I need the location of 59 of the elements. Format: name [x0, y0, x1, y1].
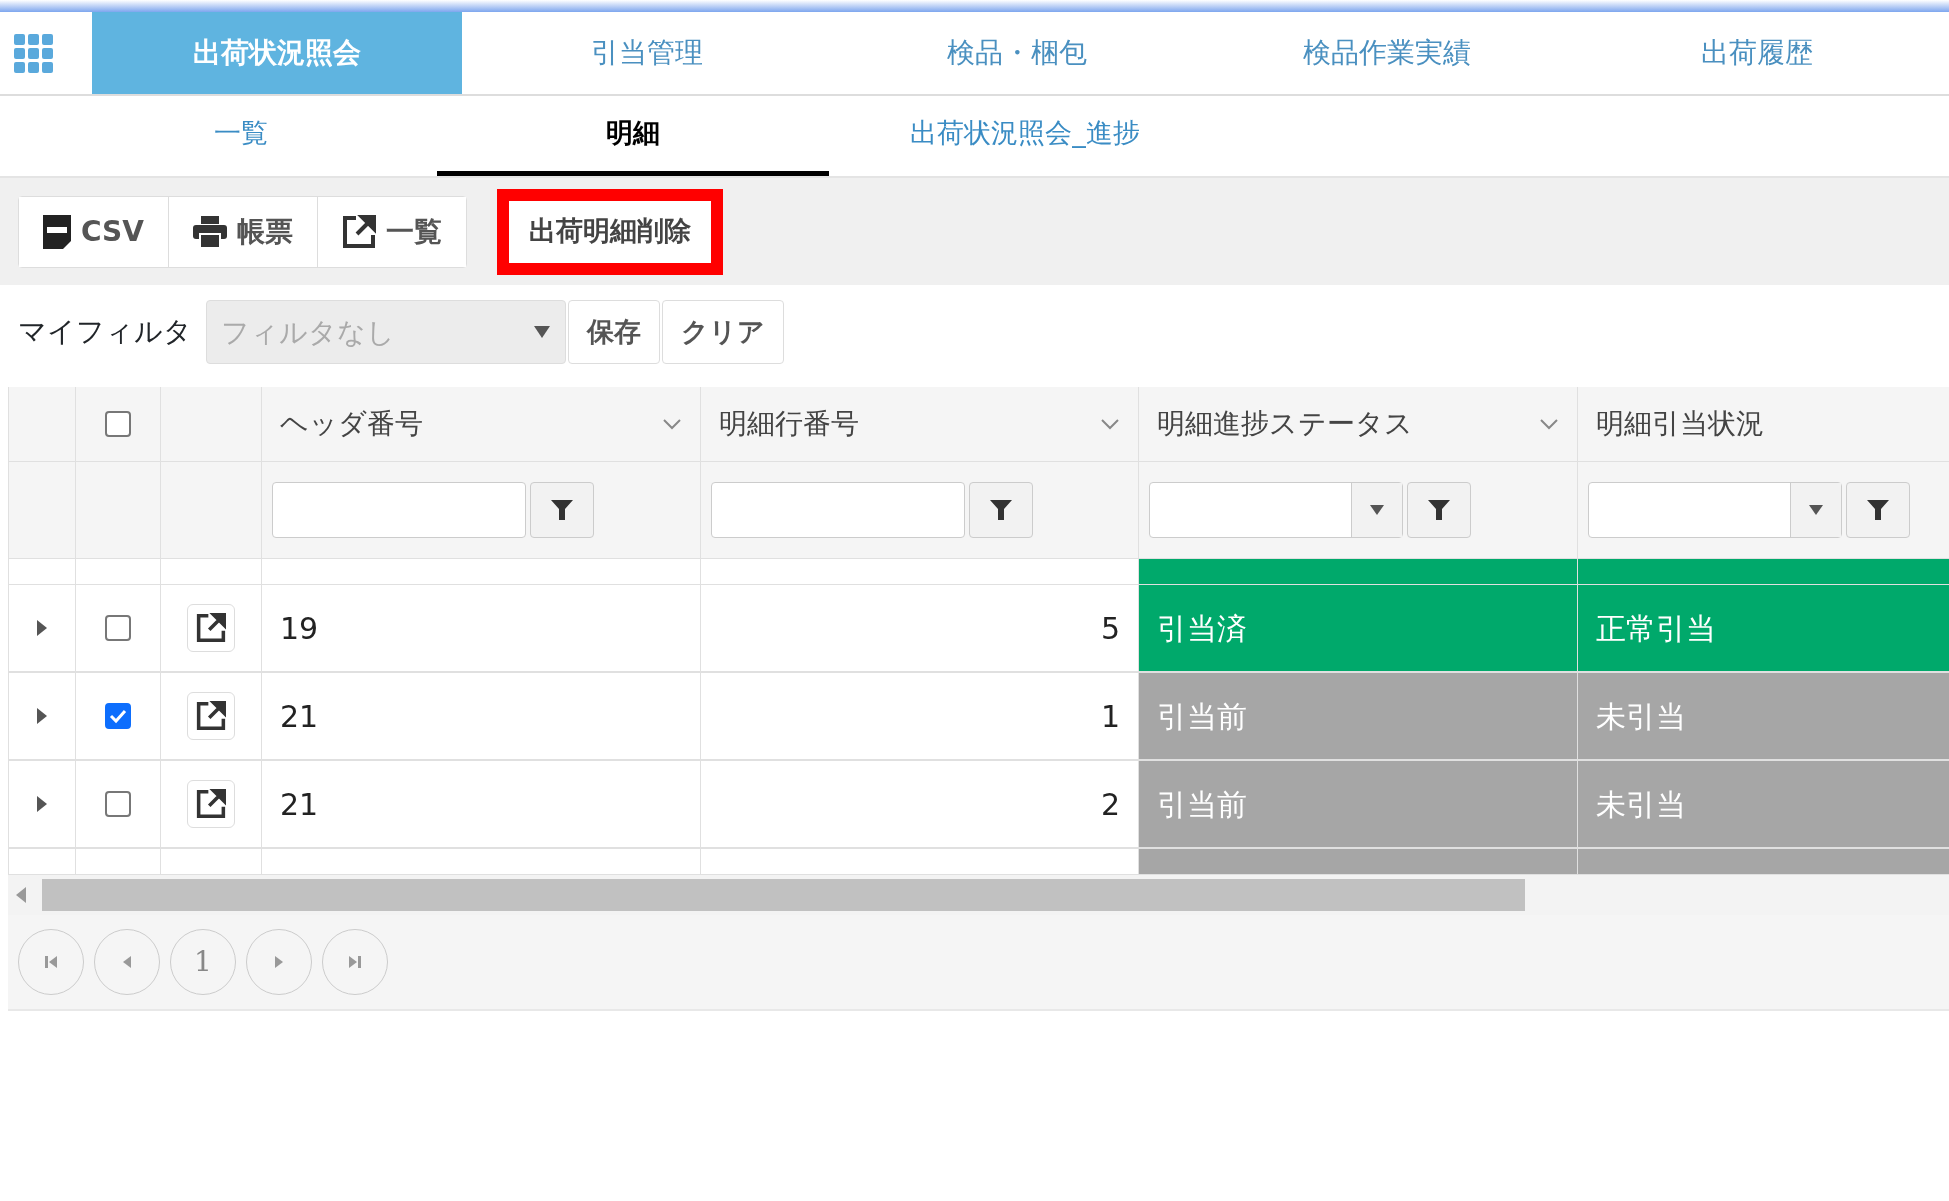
- printer-icon: [192, 215, 227, 248]
- caret-icon: [1370, 505, 1384, 515]
- filter-label: マイフィルタ: [18, 314, 192, 350]
- column-header[interactable]: 明細進捗ステータス: [1157, 403, 1413, 445]
- open-detail-button[interactable]: [187, 780, 235, 828]
- horizontal-scrollbar[interactable]: [8, 875, 1949, 915]
- row-checkbox[interactable]: [105, 791, 131, 817]
- open-detail-button[interactable]: [187, 604, 235, 652]
- filter-icon: [1866, 498, 1890, 522]
- expand-arrow-icon[interactable]: [37, 708, 47, 724]
- status-cell: 未引当: [1578, 673, 1949, 761]
- table-cell: 21: [262, 761, 701, 849]
- status-cell: 引当前: [1139, 673, 1578, 761]
- chevron-down-icon: [1100, 418, 1120, 430]
- filter-select[interactable]: フィルタなし: [206, 300, 566, 364]
- last-page-icon: [347, 954, 363, 970]
- table-cell: 5: [701, 585, 1139, 673]
- column-header[interactable]: 明細行番号: [719, 403, 859, 445]
- table-cell: 21: [262, 673, 701, 761]
- expand-arrow-icon[interactable]: [37, 620, 47, 636]
- status-cell: 正常引当: [1578, 585, 1949, 673]
- save-button[interactable]: 保存: [568, 300, 660, 364]
- filter-icon: [1427, 498, 1451, 522]
- table-cell: 2: [701, 761, 1139, 849]
- caret-icon: [1809, 505, 1823, 515]
- select-all-checkbox[interactable]: [105, 411, 131, 437]
- scroll-left-arrow-icon: [16, 887, 28, 903]
- status-cell: 引当前: [1139, 761, 1578, 849]
- table-cell: 19: [262, 585, 701, 673]
- status-cell: 未引当: [1578, 761, 1949, 849]
- external-link-icon: [196, 613, 226, 643]
- app-grid-icon[interactable]: [14, 34, 54, 74]
- external-link-icon: [341, 214, 376, 249]
- external-link-icon: [196, 789, 226, 819]
- status-cell: 引当済: [1139, 585, 1578, 673]
- filter-button[interactable]: [1407, 482, 1471, 538]
- delete-details-button[interactable]: 出荷明細削除: [496, 188, 723, 275]
- filter-icon: [989, 498, 1013, 522]
- column-header[interactable]: 明細引当状況: [1596, 403, 1764, 445]
- filter-input[interactable]: [272, 482, 526, 538]
- external-link-icon: [196, 701, 226, 731]
- row-checkbox[interactable]: [105, 703, 131, 729]
- csv-button[interactable]: CSV: [19, 196, 169, 267]
- expand-arrow-icon[interactable]: [37, 796, 47, 812]
- caret-icon: [534, 326, 550, 338]
- open-detail-button[interactable]: [187, 692, 235, 740]
- clear-button[interactable]: クリア: [662, 300, 784, 364]
- chevron-down-icon: [662, 418, 682, 430]
- chevron-down-icon: [1539, 418, 1559, 430]
- filter-input[interactable]: [711, 482, 965, 538]
- filter-icon: [550, 498, 574, 522]
- filter-button[interactable]: [1846, 482, 1910, 538]
- filter-button[interactable]: [969, 482, 1033, 538]
- column-header[interactable]: ヘッダ番号: [280, 403, 423, 445]
- first-page-icon: [43, 954, 59, 970]
- table-cell: 1: [701, 673, 1139, 761]
- row-checkbox[interactable]: [105, 615, 131, 641]
- filter-button[interactable]: [530, 482, 594, 538]
- file-icon: [43, 214, 71, 249]
